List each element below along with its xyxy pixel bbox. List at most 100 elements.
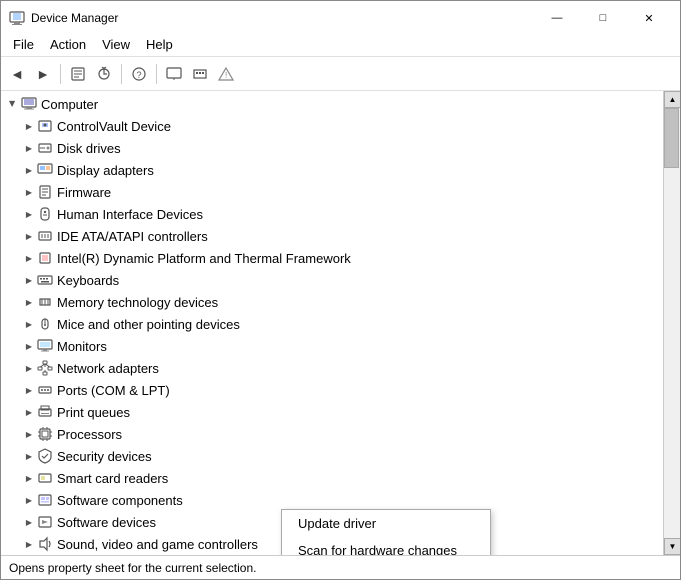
expand-arrow-security: ▶	[21, 448, 37, 464]
memtech-label: Memory technology devices	[57, 295, 218, 310]
back-button[interactable]: ◄	[5, 62, 29, 86]
tree-item-security[interactable]: ▶ Security devices	[1, 445, 663, 467]
tree-item-monitors[interactable]: ▶ Monitors	[1, 335, 663, 357]
device-manager-window: Device Manager — □ ✕ File Action View He…	[0, 0, 681, 580]
processors-icon	[37, 426, 53, 442]
window-title: Device Manager	[31, 11, 118, 25]
intel-icon	[37, 250, 53, 266]
update-driver-button[interactable]	[92, 62, 116, 86]
keyboards-label: Keyboards	[57, 273, 119, 288]
tree-item-softwarecomponents[interactable]: ▶ Software components	[1, 489, 663, 511]
scroll-down-button[interactable]: ▼	[664, 538, 680, 555]
smartcard-icon	[37, 470, 53, 486]
scroll-thumb[interactable]	[664, 108, 679, 168]
tree-item-firmware[interactable]: ▶ Firmware	[1, 181, 663, 203]
tree-item-ide[interactable]: ▶ IDE ATA/ATAPI controllers	[1, 225, 663, 247]
pci-button[interactable]	[188, 62, 212, 86]
close-button[interactable]: ✕	[626, 7, 672, 29]
menu-action[interactable]: Action	[42, 35, 94, 54]
mice-icon	[37, 316, 53, 332]
display-button[interactable]	[162, 62, 186, 86]
tree-item-intel[interactable]: ▶ Intel(R) Dynamic Platform and Thermal …	[1, 247, 663, 269]
title-bar-left: Device Manager	[9, 10, 118, 26]
tree-item-keyboards[interactable]: ▶ Keyboards	[1, 269, 663, 291]
tree-item-diskdrives[interactable]: ▶ Disk drives	[1, 137, 663, 159]
menu-file[interactable]: File	[5, 35, 42, 54]
toolbar-separator-3	[156, 64, 157, 84]
warning-button[interactable]: !	[214, 62, 238, 86]
softwarecomponents-label: Software components	[57, 493, 183, 508]
expand-arrow-softwarecomponents: ▶	[21, 492, 37, 508]
processors-label: Processors	[57, 427, 122, 442]
ctx-scan-hardware[interactable]: Scan for hardware changes	[282, 537, 490, 555]
network-label: Network adapters	[57, 361, 159, 376]
context-menu: Update driver Scan for hardware changes …	[281, 509, 491, 555]
intel-label: Intel(R) Dynamic Platform and Thermal Fr…	[57, 251, 351, 266]
forward-button[interactable]: ►	[31, 62, 55, 86]
scroll-up-button[interactable]: ▲	[664, 91, 680, 108]
sound-icon	[37, 536, 53, 552]
content-area: ▶ Computer ▶ ControlVault Device ▶	[1, 91, 680, 555]
title-bar: Device Manager — □ ✕	[1, 1, 680, 33]
status-bar: Opens property sheet for the current sel…	[1, 555, 680, 579]
monitors-label: Monitors	[57, 339, 107, 354]
tree-item-smartcard[interactable]: ▶ Smart card readers	[1, 467, 663, 489]
svg-text:!: !	[225, 71, 227, 80]
expand-arrow-printqueues: ▶	[21, 404, 37, 420]
tree-item-processors[interactable]: ▶ Processors	[1, 423, 663, 445]
tree-item-computer[interactable]: ▶ Computer	[1, 93, 663, 115]
tree-item-memtech[interactable]: ▶ Memory technology devices	[1, 291, 663, 313]
ports-icon	[37, 382, 53, 398]
expand-arrow-ports: ▶	[21, 382, 37, 398]
expand-arrow-memtech: ▶	[21, 294, 37, 310]
controlvault-icon	[37, 118, 53, 134]
properties-button[interactable]	[66, 62, 90, 86]
title-controls: — □ ✕	[534, 7, 672, 29]
sound-label: Sound, video and game controllers	[57, 537, 258, 552]
tree-item-ports[interactable]: ▶ Ports (COM & LPT)	[1, 379, 663, 401]
firmware-label: Firmware	[57, 185, 111, 200]
tree-item-controlvault[interactable]: ▶ ControlVault Device	[1, 115, 663, 137]
controlvault-label: ControlVault Device	[57, 119, 171, 134]
expand-arrow-smartcard: ▶	[21, 470, 37, 486]
toolbar-separator-2	[121, 64, 122, 84]
help-button[interactable]: ?	[127, 62, 151, 86]
toolbar: ◄ ► ? !	[1, 57, 680, 91]
softwaredevices-label: Software devices	[57, 515, 156, 530]
expand-arrow-keyboards: ▶	[21, 272, 37, 288]
expand-arrow-computer: ▶	[5, 96, 21, 112]
memtech-icon	[37, 294, 53, 310]
menu-help[interactable]: Help	[138, 35, 181, 54]
ports-label: Ports (COM & LPT)	[57, 383, 170, 398]
ide-label: IDE ATA/ATAPI controllers	[57, 229, 208, 244]
maximize-button[interactable]: □	[580, 7, 626, 29]
smartcard-label: Smart card readers	[57, 471, 168, 486]
tree-item-network[interactable]: ▶ Network adapters	[1, 357, 663, 379]
tree-item-printqueues[interactable]: ▶ Print queues	[1, 401, 663, 423]
minimize-button[interactable]: —	[534, 7, 580, 29]
expand-arrow-ide: ▶	[21, 228, 37, 244]
displayadapters-label: Display adapters	[57, 163, 154, 178]
expand-arrow-monitors: ▶	[21, 338, 37, 354]
expand-arrow-processors: ▶	[21, 426, 37, 442]
expand-arrow-diskdrives: ▶	[21, 140, 37, 156]
menu-view[interactable]: View	[94, 35, 138, 54]
scrollbar[interactable]: ▲ ▼	[663, 91, 680, 555]
security-icon	[37, 448, 53, 464]
expand-arrow-firmware: ▶	[21, 184, 37, 200]
printqueues-label: Print queues	[57, 405, 130, 420]
app-icon	[9, 10, 25, 26]
tree-item-mice[interactable]: ▶ Mice and other pointing devices	[1, 313, 663, 335]
toolbar-separator-1	[60, 64, 61, 84]
tree-item-displayadapters[interactable]: ▶ Display adapters	[1, 159, 663, 181]
tree-view[interactable]: ▶ Computer ▶ ControlVault Device ▶	[1, 91, 663, 555]
expand-arrow-softwaredevices: ▶	[21, 514, 37, 530]
ctx-update-driver[interactable]: Update driver	[282, 510, 490, 537]
firmware-icon	[37, 184, 53, 200]
security-label: Security devices	[57, 449, 152, 464]
tree-item-hid[interactable]: ▶ Human Interface Devices	[1, 203, 663, 225]
menu-bar: File Action View Help	[1, 33, 680, 57]
keyboards-icon	[37, 272, 53, 288]
printqueues-icon	[37, 404, 53, 420]
network-icon	[37, 360, 53, 376]
